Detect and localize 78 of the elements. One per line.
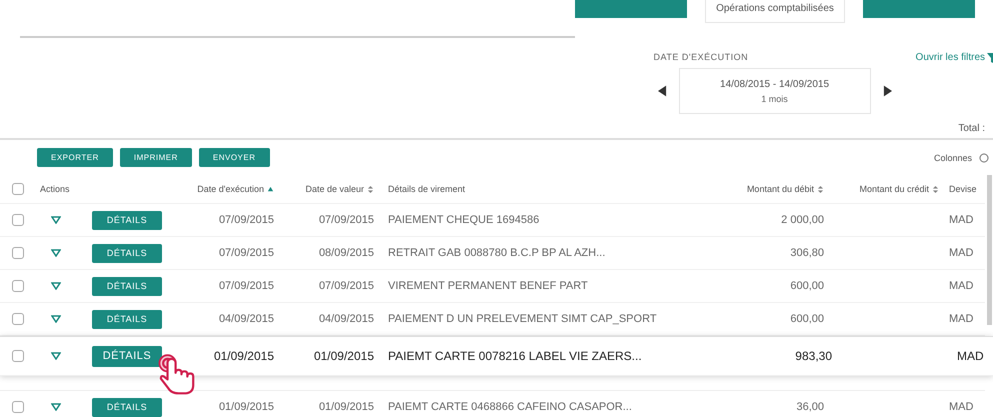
table-cell-text: 01/09/2015: [318, 401, 375, 413]
table-row[interactable]: DÉTAILS 07/09/2015 07/09/2015 PAIEMENT CHEQUE 1694586 2 000,00 MAD: [0, 204, 985, 237]
table-cell-text: 07/09/2015: [218, 214, 275, 226]
expand-icon[interactable]: [50, 352, 60, 360]
sort-icon[interactable]: [367, 186, 374, 192]
table-cell-text: 07/09/2015: [218, 280, 275, 292]
column-header: Actions: [40, 184, 70, 194]
table-cell-text: MAD: [948, 401, 974, 413]
checkbox[interactable]: [12, 313, 24, 325]
total-label: Total :: [958, 122, 985, 134]
checkbox[interactable]: [12, 350, 24, 362]
table-cell-text: 08/09/2015: [318, 247, 375, 259]
checkbox[interactable]: [12, 280, 24, 292]
details-button[interactable]: DÉTAILS: [92, 346, 162, 366]
table-cell-text: 07/09/2015: [318, 280, 375, 292]
table-cell-text: MAD: [948, 280, 974, 292]
details-button[interactable]: DÉTAILS: [92, 276, 162, 296]
table-cell-text: 01/09/2015: [218, 401, 275, 413]
details-button[interactable]: DÉTAILS: [92, 398, 162, 416]
column-header[interactable]: Date d'exécution: [197, 184, 264, 194]
sort-icon[interactable]: [817, 186, 824, 192]
checkbox[interactable]: [12, 214, 24, 226]
table-cell-text: PAIEMENT CHEQUE 1694586: [387, 214, 540, 226]
previous-icon[interactable]: [658, 85, 667, 97]
details-button[interactable]: DÉTAILS: [92, 310, 162, 328]
table-cell-text: PAIEMT CARTE 0078216 LABEL VIE ZAERS...: [387, 349, 643, 363]
table-cell-text: 07/09/2015: [318, 214, 375, 226]
table-cell-text: MAD: [956, 349, 985, 363]
toolbar-button[interactable]: IMPRIMER: [120, 148, 192, 167]
column-header: Devise: [949, 184, 977, 194]
table-cell-text: PAIEMENT D UN PRELEVEMENT SIMT CAP_SPORT: [387, 313, 658, 325]
columns-toggle-icon[interactable]: [979, 152, 989, 162]
column-header: Détails de virement: [388, 184, 466, 194]
details-button[interactable]: DÉTAILS: [92, 210, 162, 230]
column-header[interactable]: Date de valeur: [305, 184, 364, 194]
table-cell-text: MAD: [948, 247, 974, 259]
table-cell-text: RETRAIT GAB 0088780 B.C.P BP AL AZH...: [387, 247, 606, 259]
table-cell-text: 07/09/2015: [218, 247, 275, 259]
table-cell-text: 01/09/2015: [312, 349, 375, 363]
table-cell-text: 04/09/2015: [318, 313, 375, 325]
details-button[interactable]: DÉTAILS: [92, 244, 162, 262]
tab[interactable]: Opérations comptabilisées: [705, 0, 845, 23]
table-cell-text: 600,00: [789, 313, 825, 325]
table-cell-text: PAIEMT CARTE 0468866 CAFEINO CASAPOR...: [387, 401, 633, 413]
next-icon[interactable]: [882, 85, 892, 97]
column-header[interactable]: Montant du crédit: [859, 184, 929, 194]
scrollbar[interactable]: [987, 175, 992, 325]
checkbox[interactable]: [12, 401, 24, 413]
table-cell-text: 306,80: [789, 247, 825, 259]
checkbox[interactable]: [12, 183, 24, 195]
sort-ascending-icon[interactable]: [267, 186, 274, 192]
expand-icon[interactable]: [50, 249, 60, 257]
toolbar-button[interactable]: EXPORTER: [37, 148, 113, 167]
table-row[interactable]: DÉTAILS 07/09/2015 07/09/2015 VIREMENT PERMANENT BENEF PART 600,00 MAD: [0, 270, 985, 303]
highlighted-row[interactable]: DÉTAILS 01/09/2015 01/09/2015 PAIEMT CARTE 0078216 LABEL VIE ZAERS... 983,30 MAD: [0, 336, 993, 376]
expand-icon[interactable]: [50, 216, 60, 224]
table-row[interactable]: DÉTAILS 01/09/2015 01/09/2015 PAIEMT CARTE 0468866 CAFEINO CASAPOR... 36,00 MAD: [0, 391, 985, 417]
checkbox[interactable]: [12, 247, 24, 259]
filter-label: DATE D'EXÉCUTION: [654, 52, 750, 62]
table-cell-text: 983,30: [794, 349, 833, 363]
expand-icon[interactable]: [50, 315, 60, 323]
expand-icon[interactable]: [50, 403, 60, 411]
table-cell-text: 2 000,00: [780, 214, 825, 226]
table-row[interactable]: DÉTAILS 07/09/2015 08/09/2015 RETRAIT GAB 0088780 B.C.P BP AL AZH... 306,80 MAD: [0, 237, 985, 270]
columns-label[interactable]: Colonnes: [934, 152, 972, 162]
table-cell-text: MAD: [948, 214, 974, 226]
toolbar-button[interactable]: ENVOYER: [198, 148, 270, 167]
column-header[interactable]: Montant du débit: [746, 184, 814, 194]
expand-icon[interactable]: [50, 282, 60, 290]
date-range-field[interactable]: 14/08/2015 - 14/09/2015 1 mois: [678, 68, 871, 114]
table-cell-text: 04/09/2015: [218, 313, 275, 325]
table-cell-text: 600,00: [789, 280, 825, 292]
table-cell-text: 36,00: [795, 401, 825, 413]
table-cell-text: 01/09/2015: [212, 349, 275, 363]
sort-icon[interactable]: [932, 186, 939, 192]
table-cell-text: MAD: [948, 313, 974, 325]
open-filters-link[interactable]: Ouvrir les filtres: [916, 52, 985, 63]
table-cell-text: VIREMENT PERMANENT BENEF PART: [387, 280, 589, 292]
